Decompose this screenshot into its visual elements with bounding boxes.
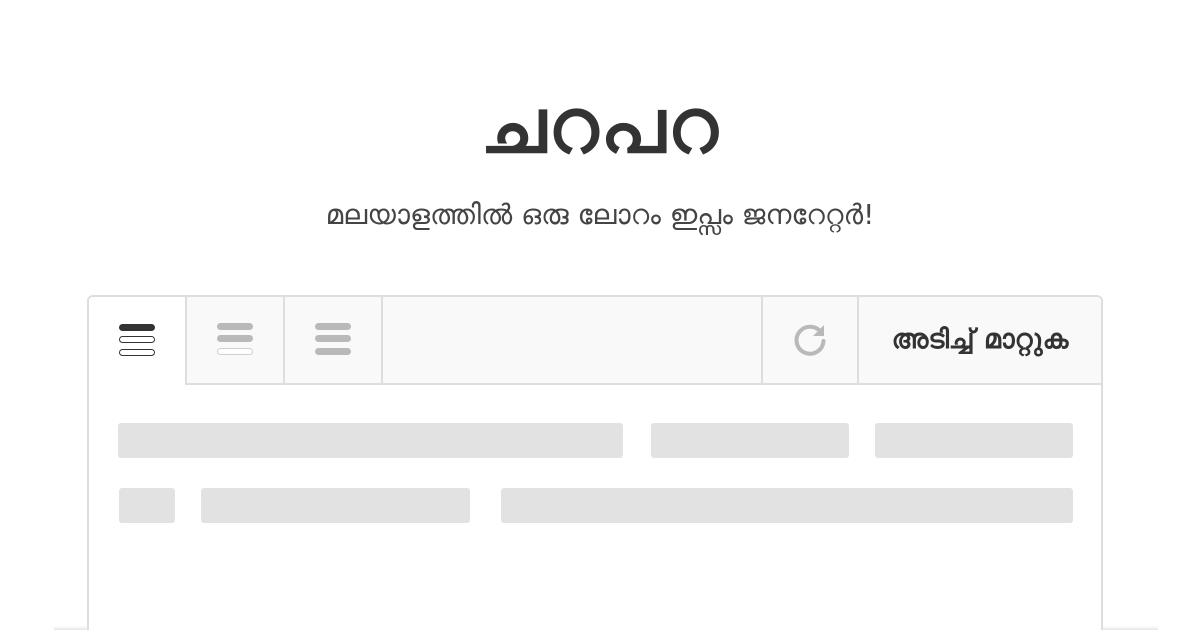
word-mode-icon <box>315 323 351 357</box>
placeholder-line <box>651 423 849 458</box>
toolbar: അടിച്ച് മാറ്റുക <box>89 297 1101 385</box>
icon-bar <box>315 323 351 330</box>
icon-bar <box>217 323 253 330</box>
icon-bar <box>119 349 155 356</box>
icon-bar <box>217 335 253 342</box>
sentence-mode-icon <box>217 323 253 357</box>
placeholder-line <box>501 488 1073 523</box>
icon-bar <box>119 336 155 343</box>
mode-button-word[interactable] <box>285 297 383 383</box>
icon-bar <box>315 348 351 355</box>
mode-button-sentence[interactable] <box>187 297 285 383</box>
icon-bar <box>217 348 253 355</box>
mode-button-paragraph[interactable] <box>89 297 187 385</box>
toolbar-spacer <box>383 297 763 383</box>
refresh-button[interactable] <box>763 297 859 383</box>
generator-panel: അടിച്ച് മാറ്റുക <box>87 295 1103 630</box>
apply-button-label: അടിച്ച് മാറ്റുക <box>891 324 1069 355</box>
placeholder-line <box>119 488 175 523</box>
placeholder-line <box>875 423 1073 458</box>
refresh-icon <box>791 321 829 359</box>
apply-button[interactable]: അടിച്ച് മാറ്റുക <box>859 297 1101 383</box>
placeholder-line <box>201 488 470 523</box>
icon-bar <box>315 335 351 342</box>
icon-bar <box>119 324 155 331</box>
page-title: ചറപറ <box>480 81 720 170</box>
placeholder-line <box>118 423 623 458</box>
page-subtitle: മലയാളത്തിൽ ഒരു ലോറം ഇപ്സം ജനറേറ്റർ! <box>325 198 875 231</box>
paragraph-mode-icon <box>119 324 155 358</box>
output-area <box>89 385 1101 630</box>
